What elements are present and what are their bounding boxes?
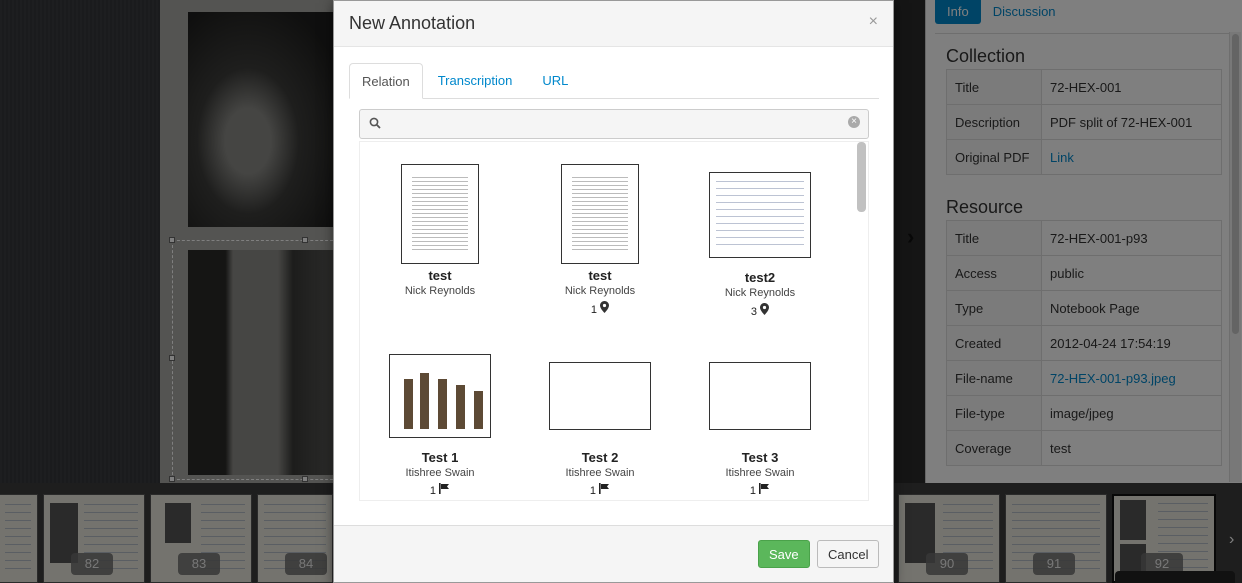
result-meta: 3 bbox=[680, 303, 840, 318]
result-title: test bbox=[588, 268, 612, 283]
search-box: × bbox=[359, 109, 869, 139]
scrollbar-thumb[interactable] bbox=[857, 142, 866, 212]
results-scrollbar[interactable] bbox=[856, 142, 868, 500]
new-annotation-dialog: New Annotation × Relation Transcription … bbox=[333, 0, 894, 583]
annotation-count: 1 bbox=[749, 485, 757, 497]
map-marker-icon bbox=[600, 301, 610, 313]
result-card[interactable]: Test 1 Itishree Swain 1 bbox=[360, 354, 520, 497]
document-thumbnail bbox=[401, 164, 479, 264]
result-meta: 1 bbox=[680, 483, 840, 497]
results-grid: test Nick Reynolds test Nick Reynolds 1 … bbox=[359, 141, 869, 501]
result-title: Test 3 bbox=[741, 450, 779, 465]
dialog-title: New Annotation bbox=[349, 13, 476, 33]
result-author: Nick Reynolds bbox=[724, 287, 796, 299]
result-card[interactable]: test Nick Reynolds 1 bbox=[520, 164, 680, 316]
result-meta: 1 bbox=[520, 483, 680, 497]
photo-thumbnail bbox=[389, 354, 491, 438]
result-meta: 1 bbox=[520, 301, 680, 316]
result-card[interactable]: Test 3 Itishree Swain 1 bbox=[680, 362, 840, 497]
document-thumbnail bbox=[561, 164, 639, 264]
result-title: test2 bbox=[744, 270, 776, 285]
result-card[interactable]: Test 2 Itishree Swain 1 bbox=[520, 362, 680, 497]
tab-relation[interactable]: Relation bbox=[349, 63, 423, 99]
tab-url[interactable]: URL bbox=[527, 63, 583, 99]
close-icon[interactable]: × bbox=[869, 13, 878, 31]
result-title: Test 1 bbox=[421, 450, 459, 465]
annotation-count: 1 bbox=[590, 304, 598, 316]
result-author: Nick Reynolds bbox=[404, 285, 476, 297]
search-input[interactable] bbox=[388, 114, 843, 134]
result-author: Nick Reynolds bbox=[564, 285, 636, 297]
result-title: Test 2 bbox=[581, 450, 619, 465]
dialog-footer: Save Cancel bbox=[334, 525, 893, 582]
result-author: Itishree Swain bbox=[405, 467, 475, 479]
flag-icon bbox=[599, 483, 610, 494]
result-meta: 1 bbox=[360, 483, 520, 497]
result-author: Itishree Swain bbox=[565, 467, 635, 479]
result-title: test bbox=[428, 268, 452, 283]
dialog-header: New Annotation bbox=[334, 1, 893, 47]
annotation-count: 1 bbox=[429, 485, 437, 497]
clear-search-icon[interactable]: × bbox=[848, 116, 860, 128]
result-card[interactable]: test Nick Reynolds bbox=[360, 164, 520, 297]
search-icon bbox=[369, 117, 381, 132]
annotation-tabs: Relation Transcription URL bbox=[349, 63, 879, 99]
result-card[interactable]: test2 Nick Reynolds 3 bbox=[680, 172, 840, 318]
save-button[interactable]: Save bbox=[758, 540, 810, 568]
tab-transcription[interactable]: Transcription bbox=[423, 63, 528, 99]
annotation-count: 3 bbox=[750, 306, 758, 318]
notebook-thumbnail bbox=[709, 172, 811, 258]
result-author: Itishree Swain bbox=[725, 467, 795, 479]
flag-icon bbox=[439, 483, 450, 494]
map-marker-icon bbox=[760, 303, 770, 315]
cancel-button[interactable]: Cancel bbox=[817, 540, 880, 568]
flag-icon bbox=[759, 483, 770, 494]
photo-thumbnail bbox=[709, 362, 811, 430]
photo-thumbnail bbox=[549, 362, 651, 430]
annotation-count: 1 bbox=[589, 485, 597, 497]
